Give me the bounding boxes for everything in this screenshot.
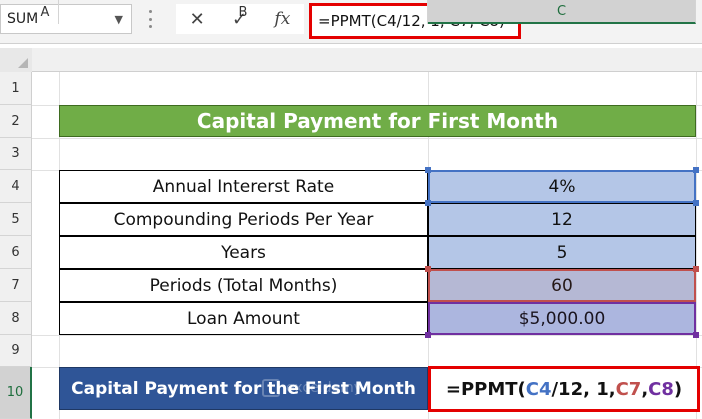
select-all-icon bbox=[18, 58, 28, 68]
watermark-text: exceldemy bbox=[286, 380, 363, 396]
formula-part: =PPMT( bbox=[445, 378, 526, 400]
formula-part: , bbox=[641, 378, 649, 400]
row-header-2[interactable]: 2 bbox=[0, 105, 32, 138]
row-header-4[interactable]: 4 bbox=[0, 170, 32, 203]
cell-b6[interactable]: Years bbox=[59, 236, 428, 269]
row-header-9[interactable]: 9 bbox=[0, 335, 32, 367]
column-header-b[interactable]: B bbox=[59, 0, 428, 24]
column-header-c[interactable]: C bbox=[428, 0, 696, 24]
column-header-bar bbox=[0, 48, 702, 72]
cell-b7[interactable]: Periods (Total Months) bbox=[59, 269, 428, 302]
watermark-logo-icon bbox=[262, 379, 280, 397]
row-header-3[interactable]: 3 bbox=[0, 138, 32, 170]
reference-highlight-c8 bbox=[428, 302, 696, 335]
formula-part: /12, 1, bbox=[551, 378, 616, 400]
row-header-6[interactable]: 6 bbox=[0, 236, 32, 269]
gridline bbox=[32, 335, 702, 336]
resize-handle[interactable] bbox=[693, 200, 699, 206]
cell-b5[interactable]: Compounding Periods Per Year bbox=[59, 203, 428, 236]
formula-ref-c8: C8 bbox=[648, 378, 674, 400]
row-header-1[interactable]: 1 bbox=[0, 72, 32, 105]
column-header-a[interactable]: A bbox=[32, 0, 59, 24]
cell-c10-active[interactable]: =PPMT( C4 /12, 1, C7 , C8 ) bbox=[428, 366, 700, 412]
reference-highlight-c7 bbox=[428, 269, 696, 302]
cell-c6[interactable]: 5 bbox=[428, 236, 696, 269]
watermark: exceldemy bbox=[262, 374, 422, 402]
resize-handle[interactable] bbox=[425, 200, 431, 206]
resize-handle[interactable] bbox=[693, 332, 699, 338]
reference-highlight-c4 bbox=[428, 170, 696, 203]
sheet-title-cell[interactable]: Capital Payment for First Month bbox=[59, 105, 696, 137]
row-header-8[interactable]: 8 bbox=[0, 302, 32, 335]
gridline bbox=[32, 138, 702, 139]
resize-handle[interactable] bbox=[693, 167, 699, 173]
row-header-10[interactable]: 10 bbox=[0, 367, 32, 419]
resize-handle[interactable] bbox=[425, 332, 431, 338]
row-header-7[interactable]: 7 bbox=[0, 269, 32, 302]
resize-handle[interactable] bbox=[425, 167, 431, 173]
cell-b4[interactable]: Annual Intererst Rate bbox=[59, 170, 428, 203]
resize-handle[interactable] bbox=[425, 266, 431, 272]
resize-handle[interactable] bbox=[693, 266, 699, 272]
formula-ref-c4: C4 bbox=[525, 378, 552, 400]
formula-ref-c7: C7 bbox=[615, 378, 642, 400]
row-header-5[interactable]: 5 bbox=[0, 203, 32, 236]
formula-part: ) bbox=[673, 378, 683, 400]
cell-c5[interactable]: 12 bbox=[428, 203, 696, 236]
cell-b8[interactable]: Loan Amount bbox=[59, 302, 428, 335]
